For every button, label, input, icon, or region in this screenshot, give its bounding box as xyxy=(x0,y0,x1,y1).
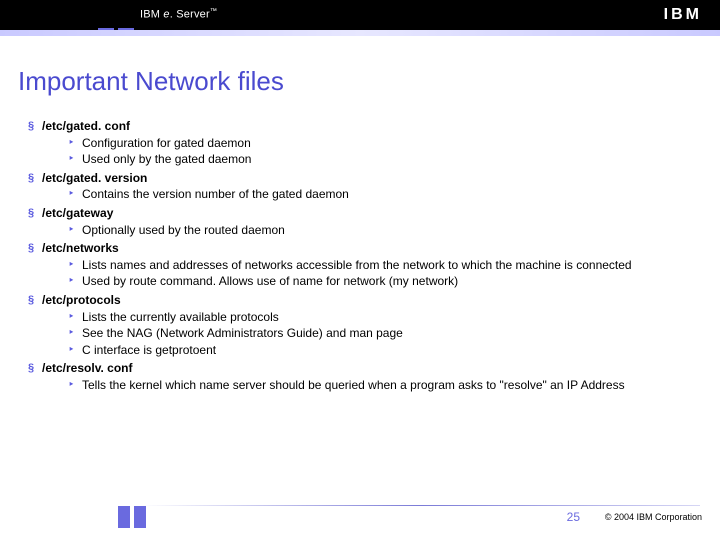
sub-bullet-text: Optionally used by the routed daemon xyxy=(82,223,285,239)
sub-bullet-text: Lists names and addresses of networks ac… xyxy=(82,258,632,274)
bullet-level2: ‣Configuration for gated daemon xyxy=(68,136,696,152)
arrow-bullet-icon: ‣ xyxy=(68,326,82,341)
bullet-level2: ‣Optionally used by the routed daemon xyxy=(68,223,696,239)
header-accent xyxy=(118,28,134,30)
sub-bullet-text: Used by route command. Allows use of nam… xyxy=(82,274,458,290)
brand-text: IBM e. Server™ xyxy=(140,8,217,21)
bullet-level2: ‣Tells the kernel which name server shou… xyxy=(68,378,696,394)
arrow-bullet-icon: ‣ xyxy=(68,258,82,273)
bullet-level1: §/etc/gated. version xyxy=(28,171,696,187)
header-gradient xyxy=(0,30,720,36)
bullet-level2: ‣Lists names and addresses of networks a… xyxy=(68,258,696,274)
arrow-bullet-icon: ‣ xyxy=(68,152,82,167)
sub-bullet-text: C interface is getprotoent xyxy=(82,343,216,359)
arrow-bullet-icon: ‣ xyxy=(68,223,82,238)
ibm-logo-icon: IBM xyxy=(664,6,702,24)
brand-prefix: IBM xyxy=(140,9,163,21)
square-bullet-icon: § xyxy=(28,206,42,221)
slide-body: §/etc/gated. conf‣Configuration for gate… xyxy=(28,116,696,394)
sub-bullet-text: Tells the kernel which name server shoul… xyxy=(82,378,625,394)
page-number: 25 xyxy=(567,510,580,524)
arrow-bullet-icon: ‣ xyxy=(68,136,82,151)
square-bullet-icon: § xyxy=(28,171,42,186)
bullet-level2: ‣Contains the version number of the gate… xyxy=(68,187,696,203)
trademark: ™ xyxy=(210,8,217,15)
bullet-level2: ‣Used by route command. Allows use of na… xyxy=(68,274,696,290)
arrow-bullet-icon: ‣ xyxy=(68,187,82,202)
bullet-level1: §/etc/networks xyxy=(28,241,696,257)
bullet-level2: ‣Lists the currently available protocols xyxy=(68,310,696,326)
sub-bullet-text: Configuration for gated daemon xyxy=(82,136,251,152)
square-bullet-icon: § xyxy=(28,119,42,134)
bullet-label: /etc/gated. conf xyxy=(42,119,130,135)
footer-rule xyxy=(140,505,700,506)
header-bar xyxy=(0,0,720,30)
footer-accent xyxy=(118,506,130,528)
square-bullet-icon: § xyxy=(28,361,42,376)
bullet-level2: ‣Used only by the gated daemon xyxy=(68,152,696,168)
arrow-bullet-icon: ‣ xyxy=(68,378,82,393)
sub-bullet-text: See the NAG (Network Administrators Guid… xyxy=(82,326,403,342)
bullet-level1: §/etc/gated. conf xyxy=(28,119,696,135)
header-accent xyxy=(98,28,114,30)
brand-rest: . Server xyxy=(170,9,210,21)
square-bullet-icon: § xyxy=(28,293,42,308)
bullet-label: /etc/networks xyxy=(42,241,119,257)
sub-bullet-text: Contains the version number of the gated… xyxy=(82,187,349,203)
arrow-bullet-icon: ‣ xyxy=(68,310,82,325)
sub-bullet-text: Used only by the gated daemon xyxy=(82,152,251,168)
footer-accent xyxy=(134,506,146,528)
slide-title: Important Network files xyxy=(18,66,284,97)
bullet-label: /etc/gateway xyxy=(42,206,113,222)
bullet-level2: ‣C interface is getprotoent xyxy=(68,343,696,359)
arrow-bullet-icon: ‣ xyxy=(68,274,82,289)
bullet-label: /etc/protocols xyxy=(42,293,121,309)
arrow-bullet-icon: ‣ xyxy=(68,343,82,358)
square-bullet-icon: § xyxy=(28,241,42,256)
bullet-level1: § /etc/gateway xyxy=(28,206,696,222)
bullet-level2: ‣See the NAG (Network Administrators Gui… xyxy=(68,326,696,342)
bullet-level1: §/etc/resolv. conf xyxy=(28,361,696,377)
slide: IBM e. Server™ IBM Important Network fil… xyxy=(0,0,720,540)
bullet-label: /etc/resolv. conf xyxy=(42,361,132,377)
copyright: © 2004 IBM Corporation xyxy=(605,512,702,522)
bullet-level1: §/etc/protocols xyxy=(28,293,696,309)
bullet-label: /etc/gated. version xyxy=(42,171,147,187)
sub-bullet-text: Lists the currently available protocols xyxy=(82,310,279,326)
